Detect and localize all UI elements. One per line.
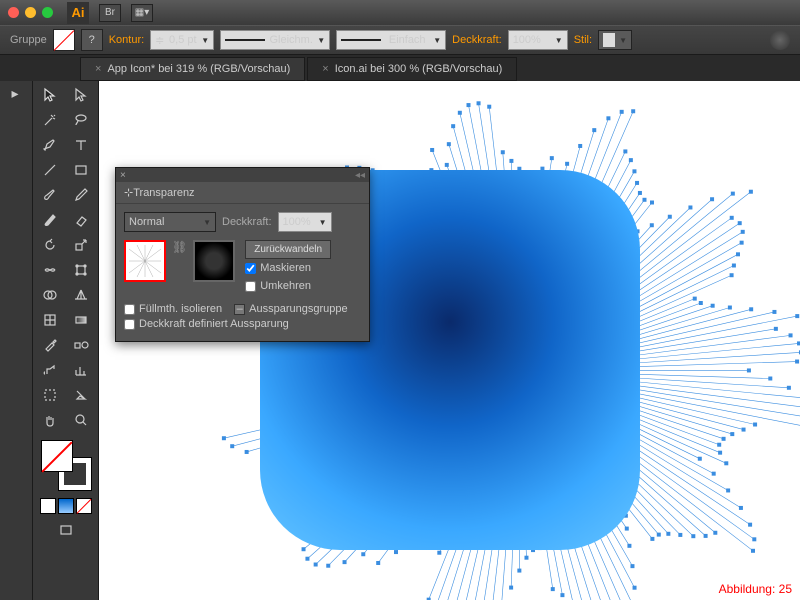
panel-dock-left: ▸: [0, 81, 33, 600]
kontur-label: Kontur:: [109, 34, 144, 46]
screen-mode-button[interactable]: [51, 518, 81, 542]
figure-label: Abbildung: 25: [719, 582, 792, 596]
close-tab-icon[interactable]: ×: [95, 63, 101, 75]
shape-builder-tool[interactable]: [35, 283, 65, 307]
stroke-profile-dropdown[interactable]: Einfach▼: [336, 30, 446, 50]
isolate-checkbox[interactable]: Füllmth. isolieren: [124, 303, 222, 315]
color-mode-none[interactable]: [76, 498, 92, 514]
knockout-checkbox[interactable]: –Aussparungsgruppe: [234, 303, 347, 315]
direct-selection-tool[interactable]: [66, 83, 96, 107]
lasso-tool[interactable]: [66, 108, 96, 132]
eyedropper-tool[interactable]: [35, 333, 65, 357]
paintbrush-tool[interactable]: [35, 183, 65, 207]
bridge-button[interactable]: Br: [99, 4, 121, 22]
document-tab[interactable]: ×Icon.ai bei 300 % (RGB/Vorschau): [307, 57, 517, 81]
control-bar: Gruppe ? Kontur: ≑0,5 pt▼ Gleichm.▼ Einf…: [0, 25, 800, 55]
selection-tool[interactable]: [35, 83, 65, 107]
scale-tool[interactable]: [66, 233, 96, 257]
opacity-label: Deckkraft:: [452, 34, 502, 46]
fill-stroke-control[interactable]: [41, 440, 91, 490]
revert-mask-button[interactable]: Zurückwandeln: [245, 240, 331, 259]
fill-swatch[interactable]: [53, 29, 75, 51]
document-tabbar: ×App Icon* bei 319 % (RGB/Vorschau) ×Ico…: [0, 55, 800, 81]
zoom-tool[interactable]: [66, 408, 96, 432]
selection-type-label: Gruppe: [10, 34, 47, 46]
artboard-tool[interactable]: [35, 383, 65, 407]
arrange-button[interactable]: ▦▾: [131, 4, 153, 22]
blend-tool[interactable]: [66, 333, 96, 357]
define-opacity-checkbox[interactable]: Deckkraft definiert Aussparung: [124, 318, 361, 330]
type-tool[interactable]: [66, 133, 96, 157]
panel-toggle-icon[interactable]: ▸: [0, 81, 30, 105]
fill-box[interactable]: [41, 440, 73, 472]
panel-header[interactable]: × ◂◂: [116, 168, 369, 182]
panel-opacity-input[interactable]: 100%▼: [278, 212, 332, 232]
color-mode-solid[interactable]: [40, 498, 56, 514]
panel-menu-icon[interactable]: ◂◂: [355, 170, 365, 181]
invert-checkbox[interactable]: Umkehren: [245, 280, 331, 292]
link-mask-icon[interactable]: ⛓: [172, 240, 187, 254]
gradient-tool[interactable]: [66, 308, 96, 332]
panel-close-icon[interactable]: ×: [120, 170, 126, 181]
opacity-dropdown[interactable]: 100%▼: [508, 30, 568, 50]
style-dropdown[interactable]: ▼: [598, 30, 632, 50]
mesh-tool[interactable]: [35, 308, 65, 332]
mask-thumbnail[interactable]: [193, 240, 235, 282]
stroke-cap-dropdown[interactable]: Gleichm.▼: [220, 30, 330, 50]
app-logo: Ai: [67, 2, 89, 24]
free-transform-tool[interactable]: [66, 258, 96, 282]
minimize-window-button[interactable]: [25, 7, 36, 18]
stroke-weight-dropdown[interactable]: ≑0,5 pt▼: [150, 30, 214, 50]
width-tool[interactable]: [35, 258, 65, 282]
close-tab-icon[interactable]: ×: [322, 63, 328, 75]
close-window-button[interactable]: [8, 7, 19, 18]
hand-tool[interactable]: [35, 408, 65, 432]
window-titlebar: Ai Br ▦▾: [0, 0, 800, 25]
slice-tool[interactable]: [66, 383, 96, 407]
transparency-panel[interactable]: × ◂◂ ⊹ Transparenz Normal▼ Deckkraft: 10…: [115, 167, 370, 342]
blob-brush-tool[interactable]: [35, 208, 65, 232]
recolor-button[interactable]: [770, 30, 790, 50]
magic-wand-tool[interactable]: [35, 108, 65, 132]
pencil-tool[interactable]: [66, 183, 96, 207]
document-tab[interactable]: ×App Icon* bei 319 % (RGB/Vorschau): [80, 57, 305, 81]
column-graph-tool[interactable]: [66, 358, 96, 382]
rectangle-tool[interactable]: [66, 158, 96, 182]
color-mode-gradient[interactable]: [58, 498, 74, 514]
line-tool[interactable]: [35, 158, 65, 182]
perspective-grid-tool[interactable]: [66, 283, 96, 307]
mask-checkbox[interactable]: Maskieren: [245, 262, 331, 274]
style-label: Stil:: [574, 34, 592, 46]
eraser-tool[interactable]: [66, 208, 96, 232]
panel-opacity-label: Deckkraft:: [222, 216, 272, 228]
blend-mode-dropdown[interactable]: Normal▼: [124, 212, 216, 232]
toolbox: [33, 81, 99, 600]
artwork-thumbnail[interactable]: [124, 240, 166, 282]
stroke-swatch[interactable]: ?: [81, 29, 103, 51]
symbol-sprayer-tool[interactable]: [35, 358, 65, 382]
rotate-tool[interactable]: [35, 233, 65, 257]
panel-title: ⊹ Transparenz: [116, 182, 369, 204]
zoom-window-button[interactable]: [42, 7, 53, 18]
pen-tool[interactable]: [35, 133, 65, 157]
